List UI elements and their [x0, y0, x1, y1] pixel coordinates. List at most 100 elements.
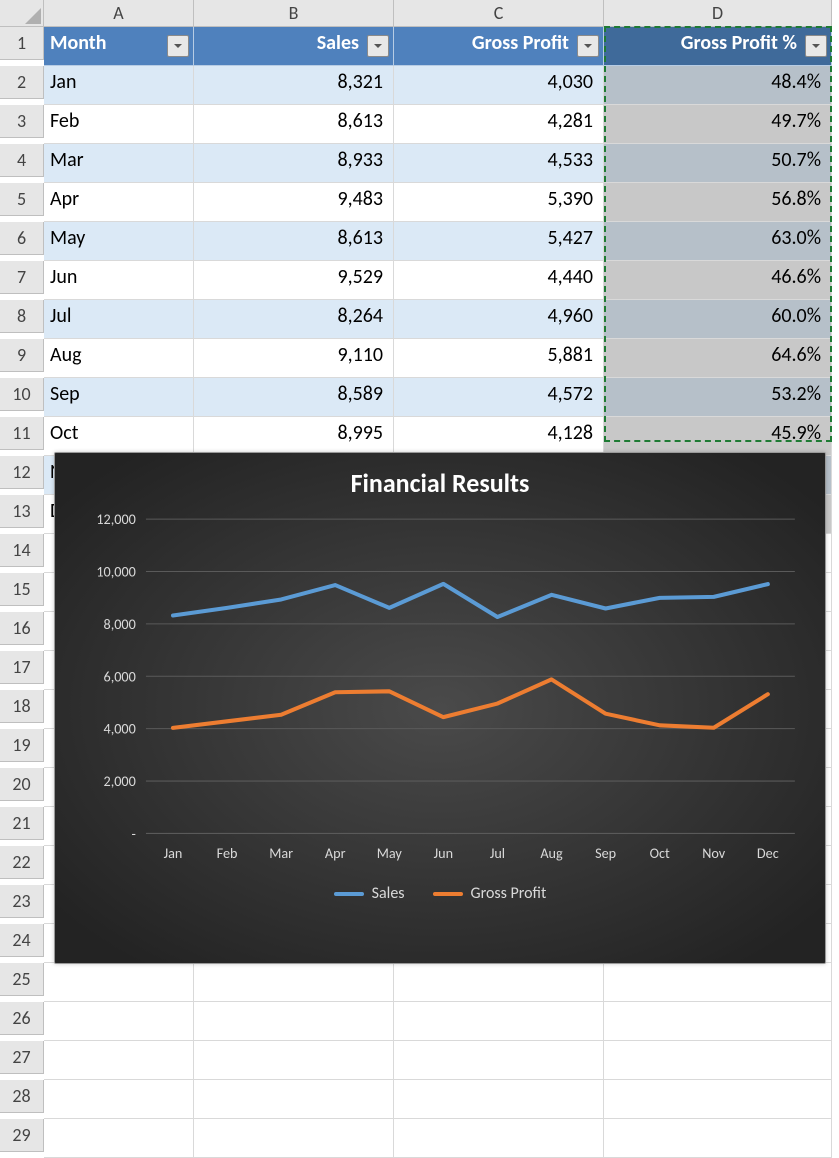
row-header[interactable]: 27	[0, 1041, 44, 1074]
table-cell[interactable]: 63.0%	[604, 222, 832, 261]
table-cell[interactable]: Aug	[44, 339, 194, 378]
table-cell[interactable]: 8,321	[194, 66, 394, 105]
spreadsheet-grid[interactable]: ABCD1MonthSalesGross ProfitGross Profit …	[0, 0, 839, 994]
table-cell[interactable]: 8,995	[194, 417, 394, 456]
empty-cell[interactable]	[394, 1080, 604, 1119]
table-cell[interactable]: 64.6%	[604, 339, 832, 378]
empty-cell[interactable]	[44, 1041, 194, 1080]
empty-cell[interactable]	[44, 1119, 194, 1158]
row-header[interactable]: 10	[0, 378, 44, 411]
row-header[interactable]: 5	[0, 183, 44, 216]
row-header[interactable]: 12	[0, 456, 44, 489]
row-header[interactable]: 11	[0, 417, 44, 450]
table-cell[interactable]: Jan	[44, 66, 194, 105]
empty-cell[interactable]	[604, 1119, 832, 1158]
table-header-cell[interactable]: Month	[44, 27, 194, 66]
table-cell[interactable]: 45.9%	[604, 417, 832, 456]
table-cell[interactable]: 4,572	[394, 378, 604, 417]
row-header[interactable]: 24	[0, 924, 44, 957]
table-cell[interactable]: 49.7%	[604, 105, 832, 144]
table-cell[interactable]: 9,529	[194, 261, 394, 300]
empty-cell[interactable]	[194, 1080, 394, 1119]
empty-cell[interactable]	[394, 963, 604, 1002]
table-cell[interactable]: Jul	[44, 300, 194, 339]
row-header[interactable]: 28	[0, 1080, 44, 1113]
empty-cell[interactable]	[394, 1119, 604, 1158]
table-cell[interactable]: 4,440	[394, 261, 604, 300]
table-cell[interactable]: Jun	[44, 261, 194, 300]
table-cell[interactable]: 56.8%	[604, 183, 832, 222]
table-cell[interactable]: 53.2%	[604, 378, 832, 417]
table-cell[interactable]: Sep	[44, 378, 194, 417]
row-header[interactable]: 29	[0, 1119, 44, 1152]
empty-cell[interactable]	[44, 963, 194, 1002]
chart-object[interactable]: Financial Results12,00010,0008,0006,0004…	[54, 452, 826, 964]
table-header-cell[interactable]: Gross Profit	[394, 27, 604, 66]
table-cell[interactable]: May	[44, 222, 194, 261]
row-header[interactable]: 4	[0, 144, 44, 177]
empty-cell[interactable]	[394, 1002, 604, 1041]
table-cell[interactable]: 4,030	[394, 66, 604, 105]
table-cell[interactable]: 50.7%	[604, 144, 832, 183]
empty-cell[interactable]	[194, 1041, 394, 1080]
chart-plot-area[interactable]: 12,00010,0008,0006,0004,0002,000-JanFebM…	[75, 509, 805, 874]
row-header[interactable]: 21	[0, 807, 44, 840]
empty-cell[interactable]	[604, 1002, 832, 1041]
row-header[interactable]: 16	[0, 612, 44, 645]
row-header[interactable]: 25	[0, 963, 44, 996]
table-header-cell[interactable]: Gross Profit %	[604, 27, 832, 66]
table-cell[interactable]: 4,533	[394, 144, 604, 183]
table-cell[interactable]: Feb	[44, 105, 194, 144]
row-header[interactable]: 13	[0, 495, 44, 528]
row-header[interactable]: 19	[0, 729, 44, 762]
row-header[interactable]: 18	[0, 690, 44, 723]
empty-cell[interactable]	[394, 1041, 604, 1080]
empty-cell[interactable]	[44, 1080, 194, 1119]
table-cell[interactable]: 5,881	[394, 339, 604, 378]
column-header-d[interactable]: D	[604, 0, 832, 27]
table-cell[interactable]: 46.6%	[604, 261, 832, 300]
row-header[interactable]: 7	[0, 261, 44, 294]
row-header[interactable]: 23	[0, 885, 44, 918]
table-cell[interactable]: 9,110	[194, 339, 394, 378]
row-header[interactable]: 2	[0, 66, 44, 99]
row-header[interactable]: 26	[0, 1002, 44, 1035]
row-header[interactable]: 1	[0, 27, 44, 60]
table-cell[interactable]: 4,281	[394, 105, 604, 144]
table-cell[interactable]: 4,128	[394, 417, 604, 456]
empty-cell[interactable]	[194, 963, 394, 1002]
table-cell[interactable]: Apr	[44, 183, 194, 222]
row-header[interactable]: 15	[0, 573, 44, 606]
row-header[interactable]: 22	[0, 846, 44, 879]
table-cell[interactable]: 48.4%	[604, 66, 832, 105]
filter-dropdown-icon[interactable]	[367, 35, 389, 57]
table-cell[interactable]: 4,960	[394, 300, 604, 339]
table-cell[interactable]: 60.0%	[604, 300, 832, 339]
column-header-c[interactable]: C	[394, 0, 604, 27]
empty-cell[interactable]	[44, 1002, 194, 1041]
column-header-a[interactable]: A	[44, 0, 194, 27]
table-cell[interactable]: Oct	[44, 417, 194, 456]
row-header[interactable]: 14	[0, 534, 44, 567]
filter-dropdown-icon[interactable]	[805, 35, 827, 57]
row-header[interactable]: 17	[0, 651, 44, 684]
table-cell[interactable]: 9,483	[194, 183, 394, 222]
row-header[interactable]: 3	[0, 105, 44, 138]
row-header[interactable]: 20	[0, 768, 44, 801]
empty-cell[interactable]	[194, 1119, 394, 1158]
table-cell[interactable]: 8,613	[194, 105, 394, 144]
row-header[interactable]: 6	[0, 222, 44, 255]
table-cell[interactable]: Mar	[44, 144, 194, 183]
empty-cell[interactable]	[604, 1041, 832, 1080]
table-cell[interactable]: 5,427	[394, 222, 604, 261]
select-all-corner[interactable]	[0, 0, 44, 27]
row-header[interactable]: 8	[0, 300, 44, 333]
row-header[interactable]: 9	[0, 339, 44, 372]
table-cell[interactable]: 5,390	[394, 183, 604, 222]
filter-dropdown-icon[interactable]	[577, 35, 599, 57]
table-cell[interactable]: 8,264	[194, 300, 394, 339]
empty-cell[interactable]	[194, 1002, 394, 1041]
empty-cell[interactable]	[604, 963, 832, 1002]
table-cell[interactable]: 8,613	[194, 222, 394, 261]
table-header-cell[interactable]: Sales	[194, 27, 394, 66]
